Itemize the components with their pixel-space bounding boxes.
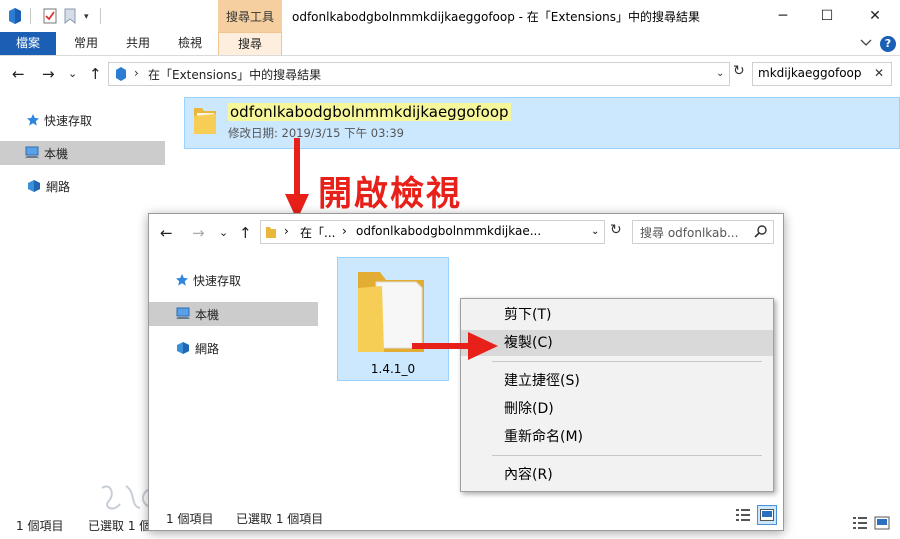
menu-separator [492, 455, 762, 456]
up-button[interactable]: ↑ [89, 65, 102, 83]
qat-separator [30, 8, 31, 24]
sidebar-item-label: 快速存取 [44, 113, 93, 128]
details-view-icon[interactable] [735, 508, 751, 522]
inner-address-dropdown-icon[interactable]: ⌄ [591, 226, 599, 237]
network-icon [175, 341, 191, 355]
result-modified-date: 修改日期: 2019/3/15 下午 03:39 [228, 126, 404, 140]
window-title: odfonlkabodgbolnmmkdijkaeggofoop - 在「Ext… [292, 10, 700, 24]
star-icon [26, 113, 40, 127]
menu-item-delete[interactable]: 刪除(D) [461, 396, 773, 422]
tab-home[interactable]: 常用 [60, 32, 112, 55]
sidebar-item-label: 本機 [195, 307, 220, 322]
inner-status-selected: 已選取 1 個項目 [236, 512, 324, 526]
minimize-button[interactable]: ─ [760, 0, 806, 32]
menu-item-properties[interactable]: 內容(R) [461, 462, 773, 488]
computer-icon [175, 307, 191, 321]
menu-item-copy[interactable]: 複製(C) [461, 330, 773, 356]
tab-view[interactable]: 檢視 [164, 32, 216, 55]
breadcrumb-segment-parent[interactable]: 在「... [300, 224, 335, 241]
inner-recent-locations-button[interactable]: ⌄ [219, 226, 228, 239]
annotation-arrow-down [285, 138, 309, 222]
inner-sidebar-item-network[interactable]: 網路 [149, 336, 318, 360]
breadcrumb-separator[interactable]: › [284, 224, 289, 238]
search-tools-tab-group: 搜尋工具 [218, 0, 282, 32]
menu-separator [492, 361, 762, 362]
folder-icon [192, 104, 218, 136]
breadcrumb-segment-current[interactable]: odfonlkabodgbolnmmkdijkae... [356, 224, 541, 238]
network-icon [26, 179, 42, 193]
tab-search[interactable]: 搜尋 [218, 32, 282, 55]
inner-status-item-count: 1 個項目 [166, 512, 214, 526]
sidebar-item-label: 網路 [46, 179, 71, 194]
sidebar-item-network[interactable]: 網路 [0, 174, 165, 198]
properties-icon[interactable] [42, 8, 58, 24]
inner-sidebar-item-quick-access[interactable]: 快速存取 [149, 268, 318, 292]
sidebar-item-label: 快速存取 [193, 273, 242, 288]
back-button[interactable]: ← [12, 65, 25, 83]
help-icon[interactable]: ? [880, 36, 896, 52]
clear-search-button[interactable]: ✕ [874, 66, 884, 80]
menu-item-create-shortcut[interactable]: 建立捷徑(S) [461, 368, 773, 394]
sidebar-item-label: 網路 [195, 341, 220, 356]
tab-share[interactable]: 共用 [112, 32, 164, 55]
recent-locations-button[interactable]: ⌄ [68, 67, 77, 80]
large-icons-view-icon[interactable] [874, 516, 890, 530]
maximize-button[interactable]: ☐ [804, 0, 850, 32]
breadcrumb-separator[interactable]: › [134, 66, 139, 80]
refresh-button[interactable]: ↻ [733, 63, 749, 85]
inner-refresh-button[interactable]: ↻ [610, 222, 622, 238]
inner-search-placeholder[interactable]: 搜尋 odfonlkab... [640, 224, 738, 241]
sidebar-item-this-pc[interactable]: 本機 [0, 141, 165, 165]
status-item-count: 1 個項目 [16, 519, 64, 533]
annotation-arrow-right [412, 332, 498, 360]
annotation-label: 開啟檢視 [318, 174, 462, 214]
folder-small-icon [265, 225, 277, 239]
search-input-value[interactable]: mkdijkaeggofoop [758, 66, 862, 80]
inner-sidebar-item-this-pc[interactable]: 本機 [149, 302, 318, 326]
inner-forward-button[interactable]: → [192, 224, 205, 242]
result-folder-name[interactable]: odfonlkabodgbolnmmkdijkaeggofoop [228, 103, 511, 121]
qat-dropdown-icon[interactable]: ▾ [84, 12, 89, 22]
sidebar-item-label: 本機 [44, 146, 69, 161]
address-dropdown-icon[interactable]: ⌄ [716, 68, 724, 79]
search-icon[interactable] [754, 224, 768, 238]
sidebar-item-quick-access[interactable]: 快速存取 [0, 108, 165, 132]
folder-tile-label: 1.4.1_0 [370, 362, 416, 376]
tab-file[interactable]: 檔案 [0, 32, 56, 55]
search-results-icon [115, 67, 127, 81]
explorer-app-icon[interactable] [8, 8, 22, 24]
breadcrumb-separator[interactable]: › [342, 224, 347, 238]
status-selected: 已選取 1 個 [88, 519, 152, 533]
expand-ribbon-icon[interactable] [860, 38, 872, 48]
breadcrumb[interactable]: 在「Extensions」中的搜尋結果 [148, 66, 321, 83]
close-button[interactable]: ✕ [852, 0, 898, 32]
menu-item-rename[interactable]: 重新命名(M) [461, 424, 773, 450]
qat-separator [100, 8, 101, 24]
forward-button[interactable]: → [42, 65, 55, 83]
menu-item-cut[interactable]: 剪下(T) [461, 302, 773, 328]
star-icon [175, 273, 189, 287]
computer-icon [24, 146, 40, 160]
inner-back-button[interactable]: ← [160, 224, 173, 242]
new-folder-icon[interactable] [64, 8, 76, 24]
details-view-icon[interactable] [852, 516, 868, 530]
large-icons-view-icon[interactable] [757, 505, 777, 525]
inner-up-button[interactable]: ↑ [239, 224, 252, 242]
